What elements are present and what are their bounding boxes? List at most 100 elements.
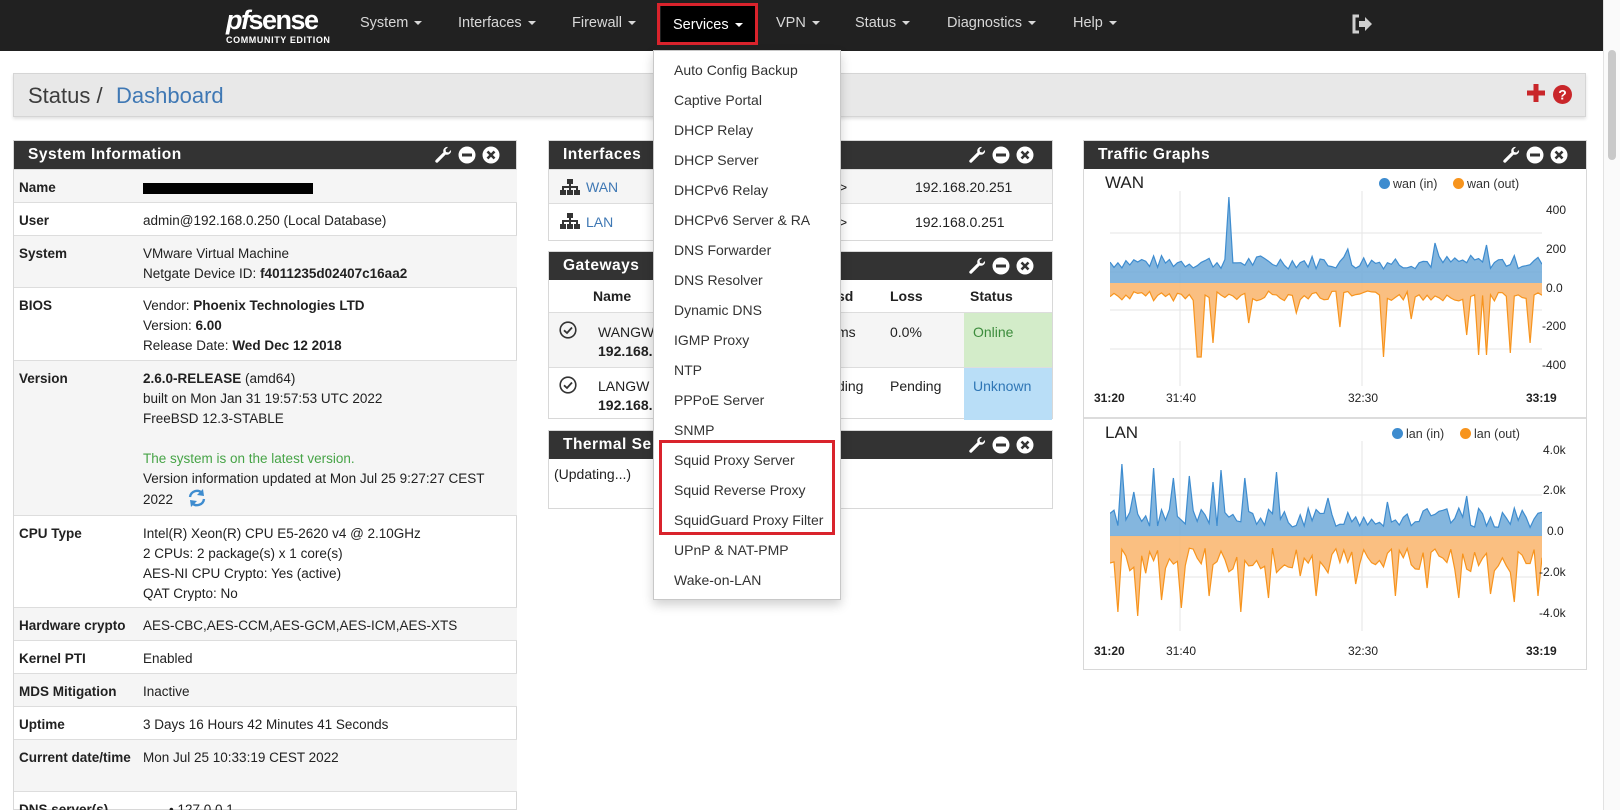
menu-item-dns-resolver[interactable]: DNS Resolver: [674, 272, 763, 288]
label-name: Name: [19, 180, 56, 195]
cpu-model: Intel(R) Xeon(R) CPU E5-2620 v4 @ 2.10GH…: [143, 526, 421, 541]
label-bios: BIOS: [19, 298, 53, 313]
gateway-wan-name: WANGW: [598, 324, 655, 340]
caret-down-icon: [414, 21, 423, 26]
nav-vpn[interactable]: VPN: [776, 0, 820, 51]
menu-item-dhcpv6-relay[interactable]: DHCPv6 Relay: [674, 182, 768, 198]
menu-item-ntp[interactable]: NTP: [674, 362, 702, 378]
nav-diagnostics[interactable]: Diagnostics: [947, 0, 1036, 51]
gateway-lan-status-cell: Unknown: [964, 368, 1052, 420]
minimize-icon[interactable]: [458, 146, 476, 164]
menu-item-wake-on-lan[interactable]: Wake-on-LAN: [674, 572, 761, 588]
page-scrollbar[interactable]: [1603, 0, 1620, 810]
gateway-wan-loss: 0.0%: [890, 324, 922, 340]
menu-item-dhcp-server[interactable]: DHCP Server: [674, 152, 759, 168]
nav-system[interactable]: System: [360, 0, 423, 51]
netgate-id: f4011235d02407c16aa2: [260, 266, 408, 281]
caret-down-icon: [811, 21, 820, 26]
menu-item-dhcp-relay[interactable]: DHCP Relay: [674, 122, 753, 138]
minimize-icon[interactable]: [1526, 146, 1544, 164]
wrench-icon[interactable]: [968, 257, 986, 275]
lan-traffic-graph[interactable]: [1110, 441, 1542, 631]
value-bios: Vendor: Phoenix Technologies LTD Version…: [143, 296, 513, 356]
menu-item-auto-config-backup[interactable]: Auto Config Backup: [674, 62, 798, 78]
check-circle-icon: [559, 376, 577, 394]
wan-x-tick: 31:20: [1094, 391, 1125, 405]
refresh-icon[interactable]: [187, 489, 207, 507]
label-kernel-pti: Kernel PTI: [19, 651, 86, 666]
row-mds: MDS Mitigation Inactive: [14, 673, 517, 706]
lan-y-tick: 4.0k: [1543, 443, 1566, 457]
wrench-icon[interactable]: [968, 146, 986, 164]
pfsense-logo[interactable]: pfsense COMMUNITY EDITION: [226, 5, 331, 47]
value-dns: • 127.0.0.1: [143, 800, 513, 810]
menu-item-captive-portal[interactable]: Captive Portal: [674, 92, 762, 108]
wrench-icon[interactable]: [1502, 146, 1520, 164]
minimize-icon[interactable]: [992, 146, 1010, 164]
breadcrumb-current-link[interactable]: Dashboard: [116, 83, 224, 109]
thermal-updating: (Updating...): [554, 466, 632, 482]
row-system: System VMware Virtual Machine Netgate De…: [14, 235, 517, 287]
gateway-wan-ip: 192.168.: [598, 343, 653, 359]
gateways-header-status: Status: [970, 288, 1013, 304]
row-datetime: Current date/time Mon Jul 25 10:33:19 CE…: [14, 739, 517, 791]
wan-y-tick: 400: [1546, 203, 1567, 217]
wan-y-tick: 0.0: [1546, 281, 1563, 295]
interface-lan-link[interactable]: LAN: [586, 214, 613, 230]
interface-wan-link[interactable]: WAN: [586, 179, 618, 195]
wrench-icon[interactable]: [434, 146, 452, 164]
wan-y-tick: 200: [1546, 242, 1567, 256]
nav-firewall[interactable]: Firewall: [572, 0, 636, 51]
row-kernel-pti: Kernel PTI Enabled: [14, 640, 517, 673]
wan-graph-title: WAN: [1105, 173, 1145, 192]
nav-help[interactable]: Help: [1073, 0, 1117, 51]
netgate-id-line: Netgate Device ID: f4011235d02407c16aa2: [143, 264, 513, 284]
caret-down-icon: [902, 21, 911, 26]
menu-item-snmp[interactable]: SNMP: [674, 422, 714, 438]
label-version: Version: [19, 371, 68, 386]
close-icon[interactable]: [482, 146, 500, 164]
help-icon[interactable]: ?: [1553, 85, 1572, 104]
scrollbar-thumb[interactable]: [1608, 50, 1616, 160]
logout-icon[interactable]: [1351, 13, 1373, 35]
nav-status[interactable]: Status: [855, 0, 911, 51]
add-widget-icon[interactable]: [1527, 84, 1545, 102]
close-icon[interactable]: [1016, 146, 1034, 164]
bios-date: Wed Dec 12 2018: [232, 338, 342, 353]
lan-legend-out-label: lan (out): [1474, 427, 1520, 441]
menu-item-dns-forwarder[interactable]: DNS Forwarder: [674, 242, 771, 258]
wan-x-tick: 31:40: [1166, 391, 1197, 405]
wan-legend-out[interactable]: wan (out): [1453, 177, 1519, 191]
wan-x-tick: 32:30: [1348, 391, 1379, 405]
cpu-qat: QAT Crypto: No: [143, 586, 238, 601]
lan-y-tick: -2.0k: [1539, 565, 1566, 579]
panel-controls: [434, 146, 514, 164]
close-icon[interactable]: [1550, 146, 1568, 164]
close-icon[interactable]: [1016, 436, 1034, 454]
lan-legend-out[interactable]: lan (out): [1460, 427, 1520, 441]
minimize-icon[interactable]: [992, 257, 1010, 275]
wrench-icon[interactable]: [968, 436, 986, 454]
menu-item-igmp-proxy[interactable]: IGMP Proxy: [674, 332, 749, 348]
menu-item-upnp-nat-pmp[interactable]: UPnP & NAT-PMP: [674, 542, 789, 558]
menu-item-pppoe-server[interactable]: PPPoE Server: [674, 392, 764, 408]
value-name-redacted: [143, 178, 513, 194]
wan-traffic-graph[interactable]: [1110, 191, 1542, 386]
wan-legend-in[interactable]: wan (in): [1379, 177, 1437, 191]
minimize-icon[interactable]: [992, 436, 1010, 454]
bios-version: 6.00: [195, 318, 222, 333]
system-vm: VMware Virtual Machine: [143, 246, 290, 261]
lan-out-series-area: [1110, 536, 1542, 616]
menu-item-dynamic-dns[interactable]: Dynamic DNS: [674, 302, 762, 318]
lan-in-series-area: [1110, 464, 1542, 536]
label-hwcrypto: Hardware crypto: [19, 618, 126, 633]
lan-x-tick: 33:19: [1526, 644, 1557, 658]
lan-y-tick: -4.0k: [1539, 606, 1566, 620]
close-icon[interactable]: [1016, 257, 1034, 275]
lan-legend-in[interactable]: lan (in): [1392, 427, 1444, 441]
bios-vendor-prefix: Vendor:: [143, 298, 194, 313]
top-navbar: pfsense COMMUNITY EDITION System Interfa…: [0, 0, 1620, 51]
nav-interfaces[interactable]: Interfaces: [458, 0, 536, 51]
menu-item-dhcpv6-server-ra[interactable]: DHCPv6 Server & RA: [674, 212, 810, 228]
value-user: admin@192.168.0.250 (Local Database): [143, 213, 387, 228]
